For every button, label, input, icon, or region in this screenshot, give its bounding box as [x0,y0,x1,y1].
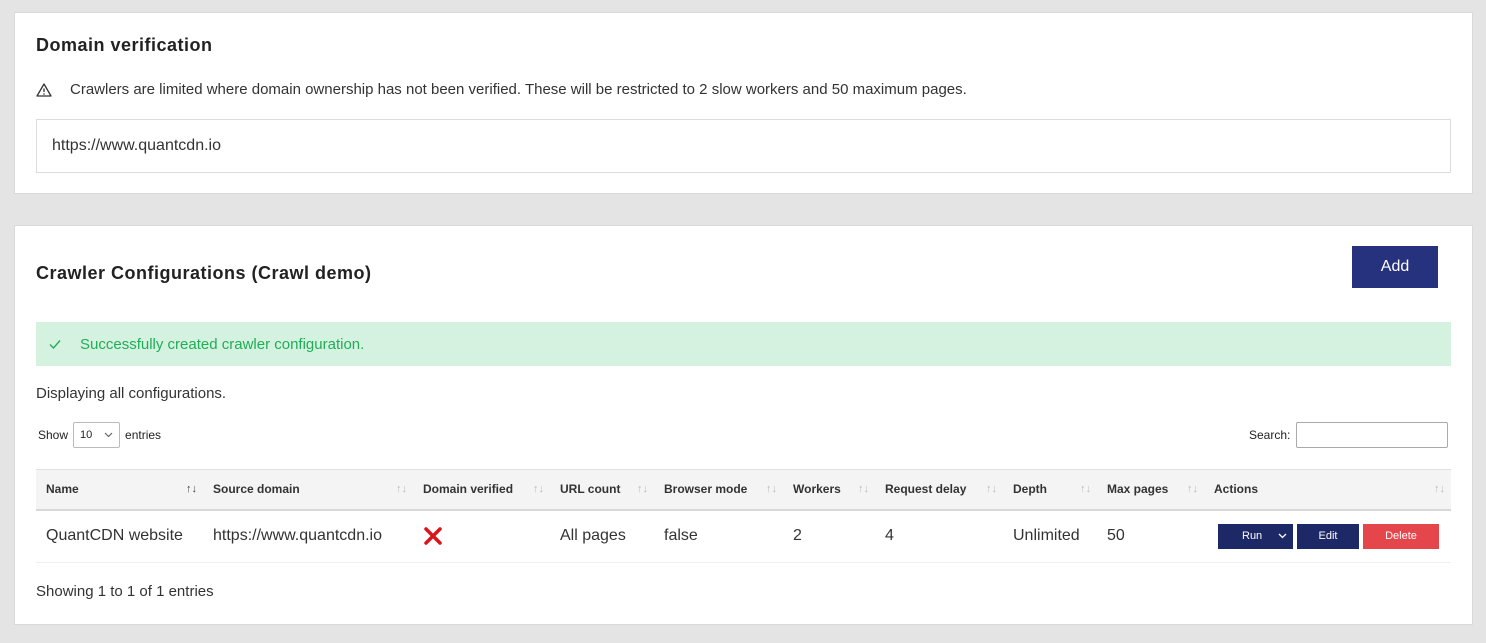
delete-button[interactable]: Delete [1363,523,1439,549]
page-size-value: 10 [80,429,93,441]
column-header-max-pages[interactable]: Max pages ↑↓ [1097,470,1204,510]
add-button[interactable]: Add [1352,246,1438,288]
page-size-select[interactable]: 10 [73,422,121,448]
column-header-url-count[interactable]: URL count ↑↓ [550,470,654,510]
sort-ascending-icon: ↑↓ [186,483,197,496]
display-text: Displaying all configurations. [36,385,227,402]
cell-url-count: All pages [560,527,626,545]
crawler-configurations-title: Crawler Configurations (Crawl demo) [36,263,372,283]
cell-request-delay: 4 [885,527,894,545]
sort-icon: ↑↓ [396,483,407,496]
search-label: Search: [1249,428,1291,442]
sort-icon: ↑↓ [1080,483,1091,496]
cell-workers: 2 [793,527,802,545]
check-icon [48,337,62,351]
sort-icon: ↑↓ [637,483,648,496]
cell-max-pages: 50 [1107,527,1125,545]
cell-name: QuantCDN website [46,527,183,545]
row-actions: Run Edit Delete [1214,523,1451,549]
sort-icon: ↑↓ [858,483,869,496]
column-header-browser-mode[interactable]: Browser mode ↑↓ [654,470,783,510]
warning-text: Crawlers are limited where domain owners… [70,81,967,98]
column-header-request-delay[interactable]: Request delay ↑↓ [875,470,1003,510]
domain-verification-card: Domain verification Crawlers are limited… [14,12,1473,194]
show-label: Show [38,428,69,442]
cell-actions: Run Edit Delete [1204,510,1451,563]
column-header-domain-verified[interactable]: Domain verified ↑↓ [413,470,550,510]
sort-icon: ↑↓ [533,483,544,496]
column-header-depth[interactable]: Depth ↑↓ [1003,470,1097,510]
table-row: QuantCDN website https://www.quantcdn.io… [36,510,1451,563]
sort-icon: ↑↓ [1187,483,1198,496]
domain-verification-title: Domain verification [36,35,213,55]
cell-depth: Unlimited [1013,527,1080,545]
column-header-source-domain[interactable]: Source domain ↑↓ [203,470,413,510]
table-header-row: Name ↑↓ Source domain ↑↓ Domain verified ↑↓… [36,469,1451,510]
chevron-down-icon[interactable] [1278,530,1287,542]
edit-button[interactable]: Edit [1297,523,1359,549]
cross-icon [423,527,443,545]
success-alert-text: Successfully created crawler configurati… [80,335,365,353]
success-alert: Successfully created crawler configurati… [36,322,1451,366]
chevron-down-icon [104,429,113,441]
domain-field[interactable]: https://www.quantcdn.io [36,119,1451,173]
search-input[interactable] [1296,422,1449,448]
table-info: Showing 1 to 1 of 1 entries [36,583,214,600]
warning-triangle-icon [36,82,52,98]
sort-icon: ↑↓ [766,483,777,496]
sort-icon: ↑↓ [986,483,997,496]
sort-icon: ↑↓ [1434,483,1445,496]
column-header-workers[interactable]: Workers ↑↓ [783,470,875,510]
cell-domain-verified [413,510,550,563]
configurations-table: Name ↑↓ Source domain ↑↓ Domain verified ↑↓… [36,469,1451,563]
cell-source-domain: https://www.quantcdn.io [213,527,382,545]
crawler-configurations-card: Crawler Configurations (Crawl demo) Add … [14,225,1473,625]
entries-label: entries [125,428,162,442]
run-button[interactable]: Run [1218,523,1293,549]
search-area: Search: [1249,422,1449,448]
show-entries: Show 10 entries [38,422,161,448]
column-header-name[interactable]: Name ↑↓ [36,470,203,510]
run-label: Run [1242,530,1263,543]
domain-warning: Crawlers are limited where domain owners… [36,81,967,98]
column-header-actions[interactable]: Actions ↑↓ [1204,470,1451,510]
cell-browser-mode: false [664,527,698,545]
